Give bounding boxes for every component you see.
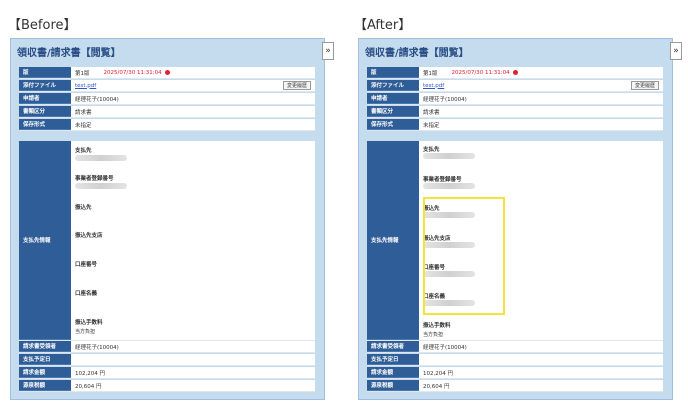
payee-section: 支払先情報 支払先 事業者登録番号 振込先 振込先支店 口座番号 口座名義 振込… (19, 141, 315, 341)
history-button[interactable]: 変更履歴 (282, 81, 311, 90)
payee-label: 支払先情報 (367, 141, 419, 340)
history-button[interactable]: 変更履歴 (630, 81, 659, 90)
due-date-value (71, 354, 315, 365)
row-amount: 請求金額 102,204 円 (367, 367, 663, 379)
field-account-number: 口座番号 (75, 262, 98, 268)
collapse-button[interactable]: » (322, 42, 334, 60)
row-label: 請求書受領者 (19, 341, 71, 352)
withholding-value: 20,604 円 (423, 383, 450, 390)
caption-after: 【After】 (354, 18, 412, 33)
row-label: 版 (19, 67, 71, 78)
fee-value: 当方負担 (75, 329, 96, 335)
collapse-button[interactable]: » (670, 42, 682, 60)
storage-value: 未指定 (75, 122, 92, 129)
row-receiver: 請求書受領者 経理花子(10004) (367, 341, 663, 353)
row-amount: 請求金額 102,204 円 (19, 367, 315, 379)
doc-type-value: 請求書 (75, 109, 92, 116)
row-version: 版 第1版 2025/07/30 11:31:04 (367, 67, 663, 79)
field-registration: 事業者登録番号 (75, 176, 114, 182)
row-version: 版 第1版 2025/07/30 11:31:04 (19, 67, 315, 79)
row-due-date: 支払予定日 (367, 354, 663, 366)
receiver-value: 経理花子(10004) (423, 344, 467, 351)
row-label: 書類区分 (367, 106, 419, 117)
alert-icon (164, 70, 170, 75)
payee-label: 支払先情報 (19, 141, 71, 340)
redacted-value (75, 155, 127, 161)
row-storage: 保存形式 未指定 (367, 119, 663, 131)
row-label: 請求金額 (367, 367, 419, 378)
row-label: 請求書受領者 (367, 341, 419, 352)
version-value: 第1版 (75, 70, 90, 77)
version-value: 第1版 (423, 70, 438, 77)
field-payee: 支払先 (423, 147, 440, 153)
row-withholding: 源泉税額 20,604 円 (367, 380, 663, 392)
caption-before: 【Before】 (8, 18, 77, 33)
panel-title: 領収書/請求書【閲覧】 (359, 39, 672, 63)
withholding-value: 20,604 円 (75, 383, 102, 390)
fee-value: 当方負担 (423, 332, 444, 338)
attachment-link[interactable]: test.pdf (423, 83, 444, 89)
receiver-value: 経理花子(10004) (75, 344, 119, 351)
row-label: 支払予定日 (19, 354, 71, 365)
redacted-value (423, 183, 475, 189)
row-label: 源泉税額 (367, 380, 419, 391)
field-account-name: 口座名義 (75, 291, 98, 297)
redacted-value (423, 153, 475, 159)
row-label: 保存形式 (367, 119, 419, 130)
date-value: 2025/07/30 11:31:04 (451, 69, 510, 76)
row-applicant: 申請者 経理花子(10004) (367, 93, 663, 105)
field-registration: 事業者登録番号 (423, 177, 462, 183)
field-fee: 振込手数料 (423, 323, 451, 329)
amount-value: 102,204 円 (75, 370, 105, 377)
change-highlight (423, 197, 505, 315)
row-label: 版 (367, 67, 419, 78)
row-attachment: 添付ファイル test.pdf 変更履歴 (367, 80, 663, 92)
amount-value: 102,204 円 (423, 370, 453, 377)
doc-type-value: 請求書 (423, 109, 440, 116)
row-attachment: 添付ファイル test.pdf 変更履歴 (19, 80, 315, 92)
redacted-value (75, 183, 127, 189)
row-doc-type: 書類区分 請求書 (19, 106, 315, 118)
row-label: 源泉税額 (19, 380, 71, 391)
row-due-date: 支払予定日 (19, 354, 315, 366)
field-fee: 振込手数料 (75, 320, 103, 326)
row-applicant: 申請者 経理花子(10004) (19, 93, 315, 105)
applicant-value: 経理花子(10004) (75, 96, 119, 103)
field-bank: 振込先 (75, 205, 92, 211)
panel-title: 領収書/請求書【閲覧】 (11, 39, 324, 63)
attachment-link[interactable]: test.pdf (75, 83, 96, 89)
field-payee: 支払先 (75, 148, 92, 154)
field-branch: 振込先支店 (75, 233, 103, 239)
applicant-value: 経理花子(10004) (423, 96, 467, 103)
row-label: 支払予定日 (367, 354, 419, 365)
row-label: 保存形式 (19, 119, 71, 130)
row-label: 書類区分 (19, 106, 71, 117)
row-label: 請求金額 (19, 367, 71, 378)
row-label: 申請者 (19, 93, 71, 104)
payee-section: 支払先情報 支払先 事業者登録番号 振込先 振込先支店 口座番号 口座名義 振込… (367, 141, 663, 341)
row-receiver: 請求書受領者 経理花子(10004) (19, 341, 315, 353)
row-label: 添付ファイル (19, 80, 71, 91)
row-label: 添付ファイル (367, 80, 419, 91)
row-withholding: 源泉税額 20,604 円 (19, 380, 315, 392)
panel-before: 領収書/請求書【閲覧】 » 版 第1版 2025/07/30 11:31:04 添… (10, 38, 334, 400)
storage-value: 未指定 (423, 122, 440, 129)
row-doc-type: 書類区分 請求書 (367, 106, 663, 118)
row-label: 申請者 (367, 93, 419, 104)
row-storage: 保存形式 未指定 (19, 119, 315, 131)
date-value: 2025/07/30 11:31:04 (103, 69, 162, 76)
panel-after: 領収書/請求書【閲覧】 » 版 第1版 2025/07/30 11:31:04 添… (358, 38, 682, 400)
due-date-value (419, 354, 663, 365)
alert-icon (512, 70, 518, 75)
